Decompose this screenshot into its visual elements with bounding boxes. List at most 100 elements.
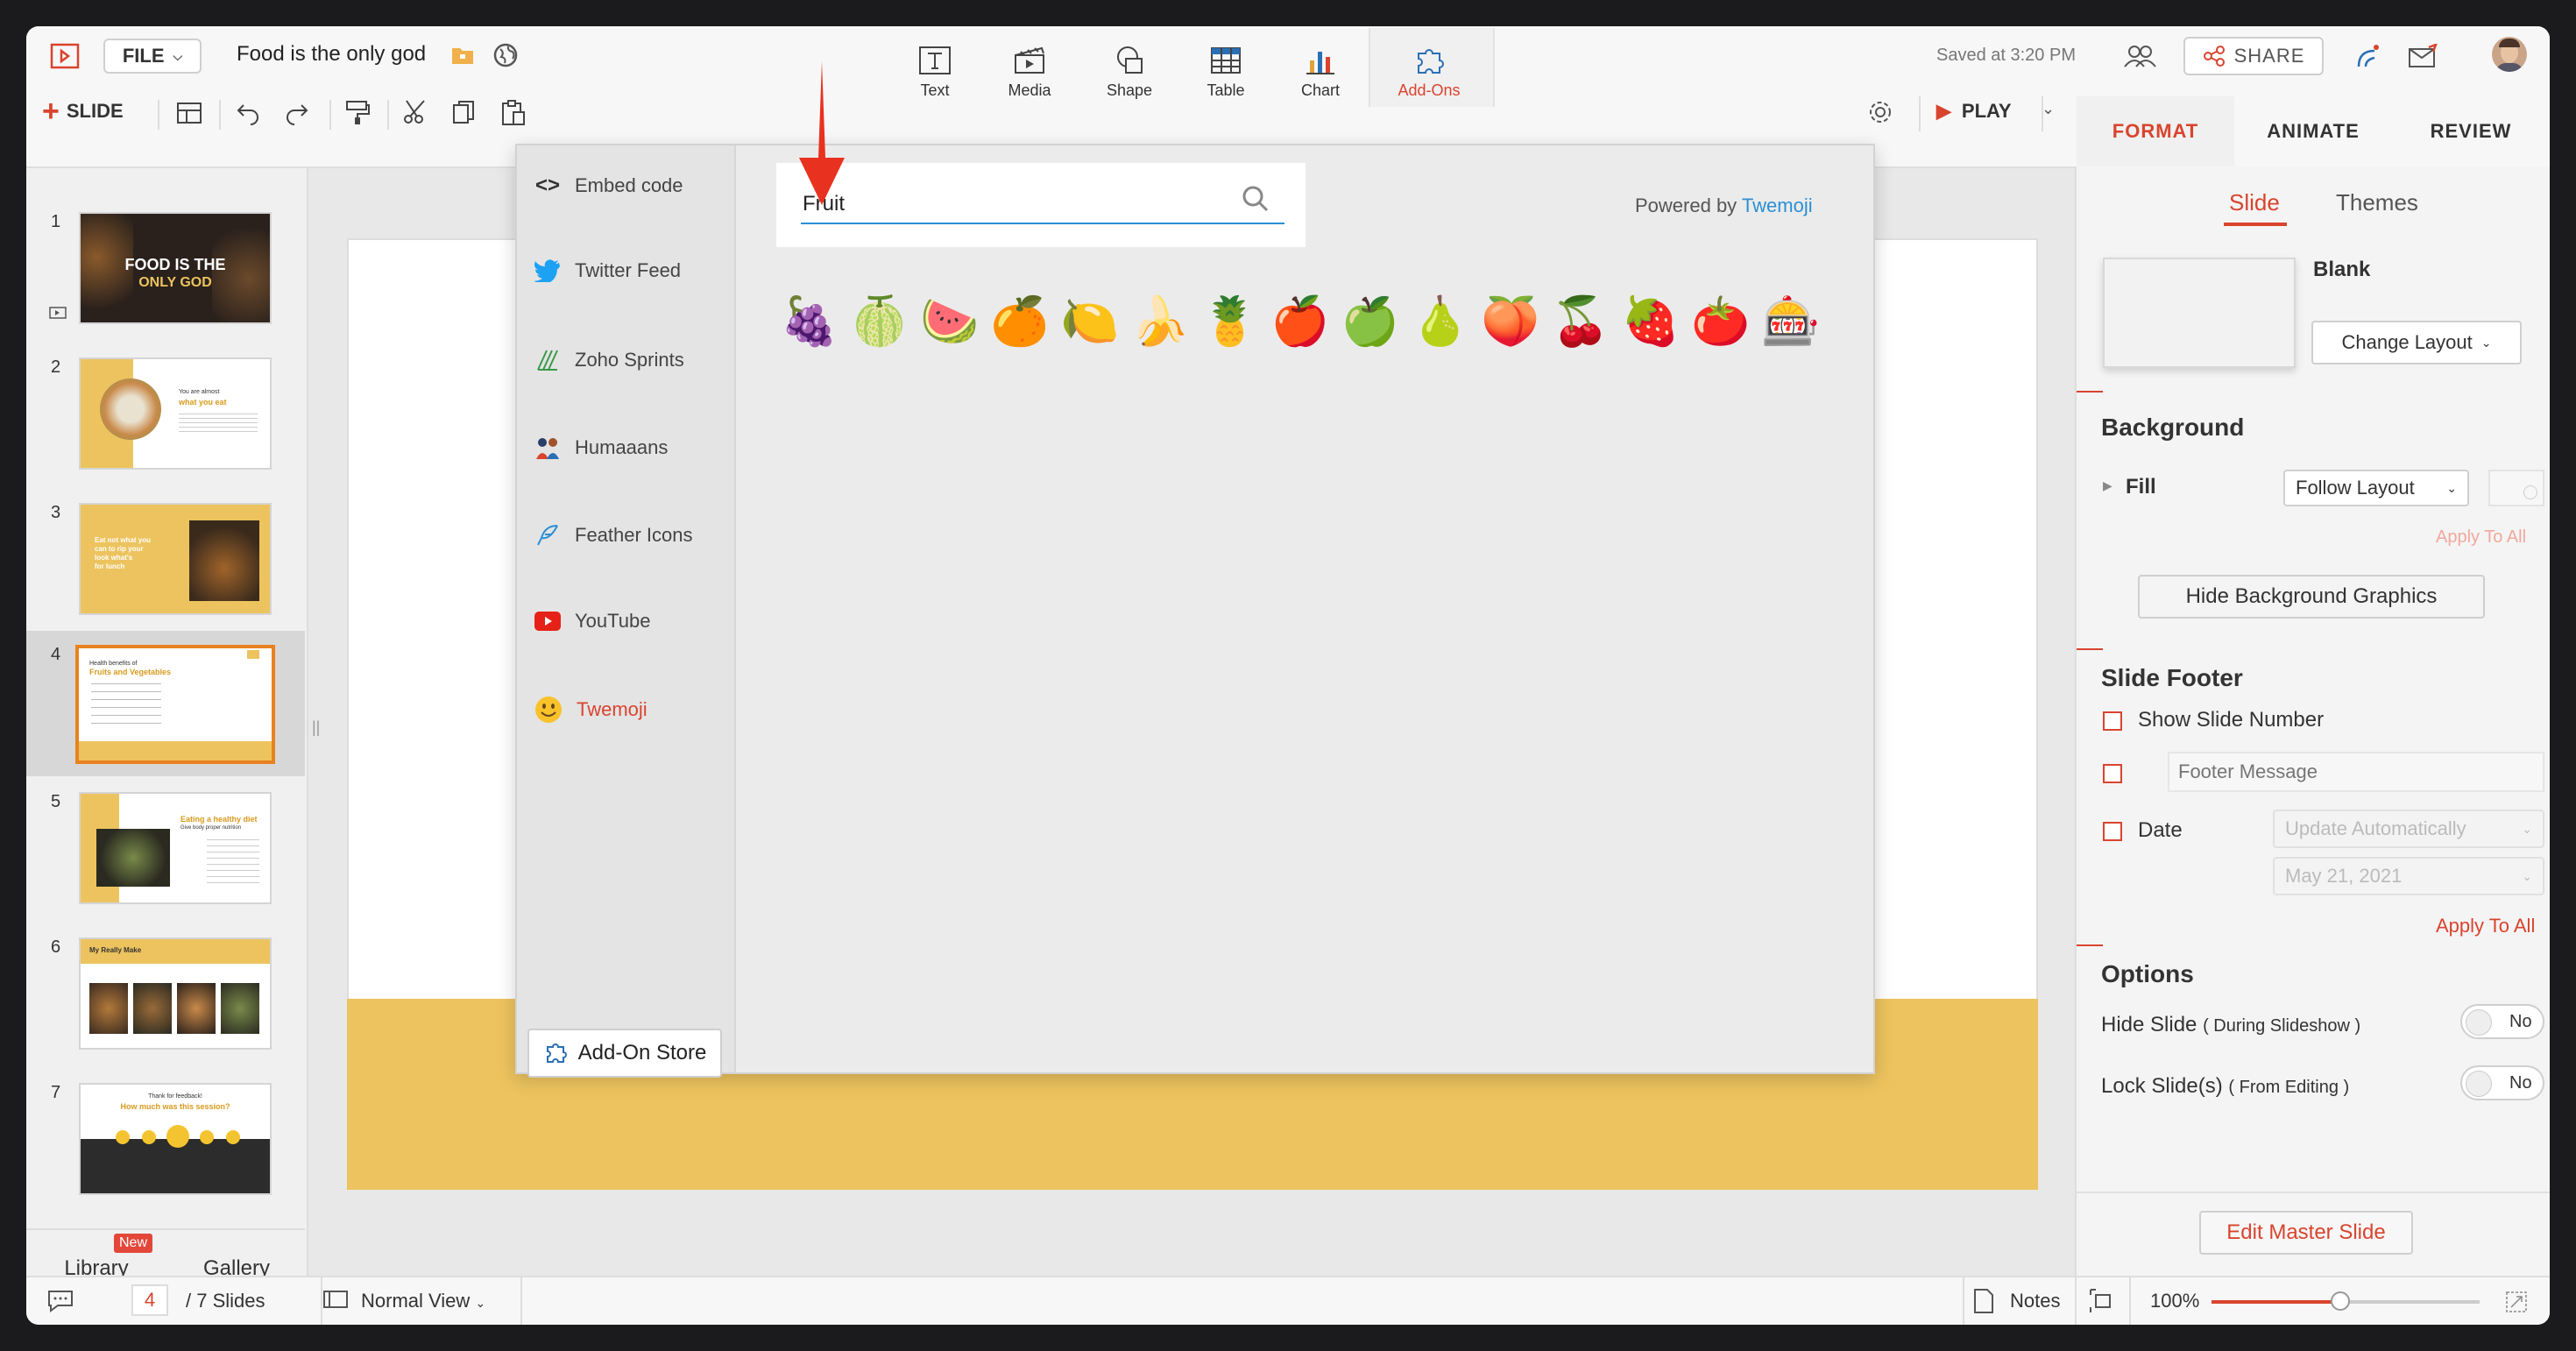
- insert-table-tool[interactable]: Table: [1186, 30, 1265, 100]
- show-slide-number-checkbox[interactable]: [2103, 711, 2122, 731]
- expand-arrow-icon[interactable]: ▶: [2103, 478, 2112, 493]
- date-value: May 21, 2021: [2285, 865, 2403, 887]
- emoji-result-tomato[interactable]: 🍅: [1691, 293, 1750, 350]
- emoji-result-banana[interactable]: 🍌: [1130, 293, 1189, 350]
- addon-embed-code[interactable]: <> Embed code: [534, 173, 683, 198]
- fit-to-screen-icon[interactable]: [2089, 1288, 2115, 1319]
- thumb-text: Eat not what you: [95, 536, 151, 544]
- share-label: SHARE: [2233, 45, 2305, 67]
- zoom-slider-track[interactable]: [2212, 1291, 2480, 1311]
- insert-text-tool[interactable]: Text: [895, 30, 974, 100]
- fill-dropdown[interactable]: Follow Layout ⌄: [2283, 470, 2469, 506]
- notes-icon[interactable]: [1971, 1288, 1996, 1319]
- add-slide-button[interactable]: + SLIDE: [42, 96, 124, 126]
- insert-shape-tool[interactable]: Shape: [1090, 30, 1169, 100]
- addons-list: <> Embed code Twitter Feed Zoho Sprints …: [517, 145, 736, 1078]
- gallery-tab[interactable]: Gallery: [166, 1230, 307, 1281]
- emoji-result-cherries[interactable]: 🍒: [1551, 293, 1610, 350]
- addon-store-button[interactable]: Add-On Store: [527, 1029, 722, 1078]
- emoji-result-melon[interactable]: 🍈: [850, 293, 909, 350]
- emoji-result-pineapple[interactable]: 🍍: [1200, 293, 1259, 350]
- apply-to-all-link[interactable]: Apply To All: [2436, 915, 2535, 937]
- addon-twemoji[interactable]: Twemoji: [534, 696, 648, 724]
- insert-media-tool[interactable]: Media: [990, 30, 1069, 100]
- twemoji-link[interactable]: Twemoji: [1742, 195, 1813, 216]
- addon-humaaans[interactable]: Humaaans: [534, 435, 668, 461]
- addon-zoho-sprints[interactable]: Zoho Sprints: [534, 347, 684, 373]
- powered-by: Powered by Twemoji: [1635, 195, 1813, 217]
- emoji-result-green-apple[interactable]: 🍏: [1341, 293, 1399, 350]
- addon-feather-icons[interactable]: Feather Icons: [534, 522, 693, 548]
- slide-thumbnail-4[interactable]: Health benefits of Fruits and Vegetables: [75, 645, 275, 764]
- slide-thumbnail-5[interactable]: Eating a healthy diet Give body proper n…: [79, 792, 272, 904]
- footer-message-checkbox[interactable]: [2103, 764, 2122, 783]
- comment-icon[interactable]: [46, 1288, 75, 1319]
- whats-new-icon[interactable]: [2353, 42, 2383, 74]
- undo-icon[interactable]: [235, 98, 263, 131]
- feedback-mail-icon[interactable]: [2408, 42, 2439, 74]
- paste-icon[interactable]: [499, 98, 527, 131]
- date-value-dropdown[interactable]: May 21, 2021 ⌄: [2273, 857, 2544, 895]
- subtab-slide[interactable]: Slide: [2229, 189, 2280, 216]
- search-icon[interactable]: [1241, 184, 1270, 214]
- hide-background-graphics-button[interactable]: Hide Background Graphics: [2138, 575, 2485, 619]
- change-layout-dropdown[interactable]: Change Layout ⌄: [2311, 321, 2522, 364]
- tab-format[interactable]: FORMAT: [2077, 96, 2234, 166]
- globe-icon[interactable]: [492, 42, 519, 73]
- emoji-result-strawberry[interactable]: 🍓: [1621, 293, 1680, 350]
- emoji-result-tangerine[interactable]: 🍊: [990, 293, 1049, 350]
- slide-thumbnail-6[interactable]: My Really Make: [79, 937, 272, 1050]
- cut-icon[interactable]: [401, 98, 429, 131]
- slide-thumbnail-7[interactable]: Thank for feedback! How much was this se…: [79, 1083, 272, 1195]
- play-button[interactable]: ▶ PLAY: [1936, 100, 2012, 123]
- document-title[interactable]: Food is the only god: [237, 42, 426, 67]
- format-painter-icon[interactable]: [343, 98, 372, 131]
- emoji-result-grapes[interactable]: 🍇: [780, 293, 839, 350]
- footer-message-input[interactable]: [2168, 752, 2544, 792]
- play-options-chevron-icon[interactable]: ⌄: [2042, 100, 2055, 118]
- view-mode-dropdown[interactable]: Normal View ⌄: [361, 1290, 485, 1312]
- collaborators-icon[interactable]: [2122, 42, 2157, 74]
- emoji-result-watermelon[interactable]: 🍉: [920, 293, 979, 350]
- user-avatar[interactable]: [2492, 37, 2527, 72]
- emoji-search-input[interactable]: [801, 186, 1284, 224]
- date-checkbox[interactable]: [2103, 822, 2122, 841]
- addon-twitter-feed[interactable]: Twitter Feed: [534, 259, 681, 282]
- insert-chart-tool[interactable]: Chart: [1281, 30, 1360, 100]
- emoji-result-slot-machine[interactable]: 🎰: [1761, 293, 1820, 350]
- fill-color-picker[interactable]: [2488, 470, 2544, 506]
- date-mode-dropdown[interactable]: Update Automatically ⌄: [2273, 810, 2544, 848]
- fullscreen-icon[interactable]: [2504, 1290, 2529, 1319]
- layout-preview[interactable]: [2103, 258, 2296, 368]
- table-icon: [1211, 47, 1241, 74]
- tab-animate[interactable]: ANIMATE: [2234, 96, 2392, 166]
- current-slide-input[interactable]: 4: [131, 1284, 168, 1316]
- file-menu-button[interactable]: FILE ⌵: [103, 39, 202, 74]
- emoji-result-red-apple[interactable]: 🍎: [1270, 293, 1329, 350]
- subtab-themes[interactable]: Themes: [2336, 189, 2418, 216]
- apply-to-all-link[interactable]: Apply To All: [2436, 527, 2526, 548]
- slide-thumbnail-2[interactable]: You are almost what you eat: [79, 357, 272, 470]
- folder-icon[interactable]: [450, 44, 475, 71]
- slideshow-settings-icon[interactable]: [1866, 98, 1894, 131]
- layout-icon[interactable]: [175, 100, 203, 131]
- addon-youtube[interactable]: YouTube: [534, 610, 650, 633]
- app-logo-icon[interactable]: [49, 42, 81, 70]
- emoji-result-peach[interactable]: 🍑: [1481, 293, 1539, 350]
- share-button[interactable]: SHARE: [2183, 37, 2324, 75]
- lock-slide-toggle[interactable]: No: [2460, 1065, 2544, 1100]
- emoji-result-pear[interactable]: 🍐: [1411, 293, 1469, 350]
- notes-label[interactable]: Notes: [2010, 1290, 2060, 1312]
- insert-addons-tool[interactable]: Add-Ons: [1390, 30, 1468, 100]
- emoji-result-lemon[interactable]: 🍋: [1060, 293, 1119, 350]
- edit-master-slide-button[interactable]: Edit Master Slide: [2199, 1211, 2413, 1255]
- slide-thumbnail-3[interactable]: Eat not what you can to rip your look wh…: [79, 503, 272, 615]
- library-tab[interactable]: New Library: [26, 1230, 166, 1281]
- tab-review[interactable]: REVIEW: [2392, 96, 2550, 166]
- hide-slide-toggle[interactable]: No: [2460, 1004, 2544, 1039]
- copy-icon[interactable]: [450, 98, 478, 131]
- panel-resize-handle[interactable]: ||: [312, 718, 320, 737]
- slide-thumbnail-1[interactable]: FOOD IS THE ONLY GOD: [79, 212, 272, 324]
- zoom-slider-handle[interactable]: [2331, 1291, 2350, 1311]
- redo-icon[interactable]: [282, 98, 310, 131]
